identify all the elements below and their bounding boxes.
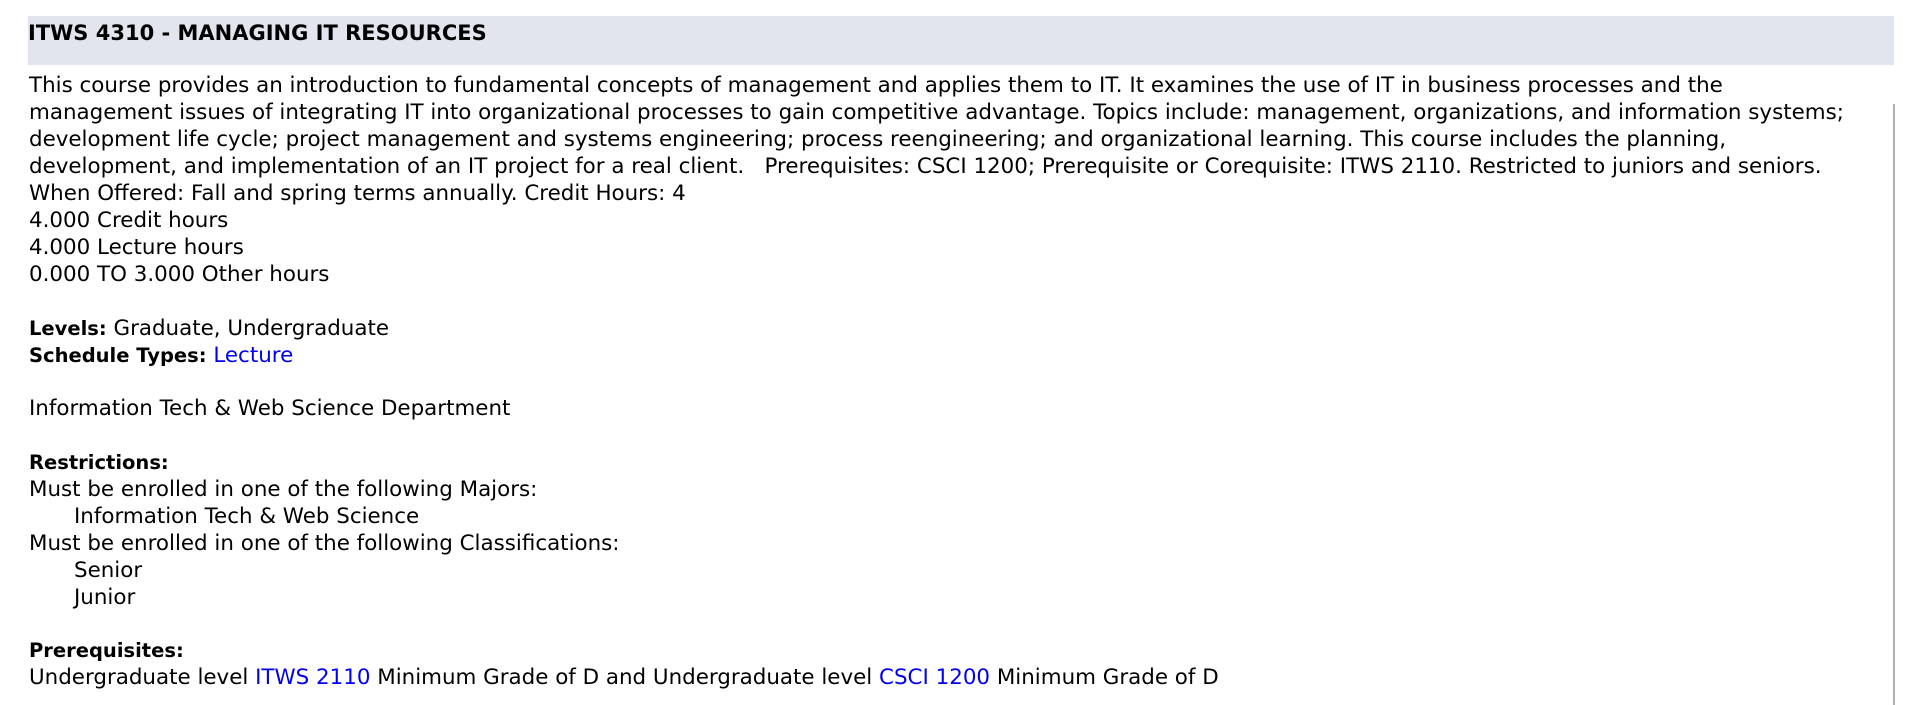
- course-detail-content: This course provides an introduction to …: [29, 72, 1889, 691]
- levels-row: Levels: Graduate, Undergraduate: [29, 315, 1889, 342]
- description-line: development life cycle; project manageme…: [29, 127, 1727, 152]
- restrictions-label: Restrictions:: [29, 450, 169, 474]
- classifications-intro: Must be enrolled in one of the following…: [29, 530, 620, 556]
- prereq-text: Undergraduate level: [29, 665, 256, 690]
- lecture-hours: 4.000 Lecture hours: [29, 235, 244, 260]
- course-title-bar: ITWS 4310 - MANAGING IT RESOURCES: [28, 16, 1894, 65]
- course-title: ITWS 4310 - MANAGING IT RESOURCES: [28, 21, 487, 45]
- classification-item: Junior: [74, 584, 136, 610]
- classification-item: Senior: [74, 557, 143, 583]
- department: Information Tech & Web Science Departmen…: [29, 396, 511, 421]
- prerequisites-label: Prerequisites:: [29, 639, 184, 662]
- description-line: When Offered: Fall and spring terms annu…: [29, 181, 686, 206]
- credit-hours: 4.000 Credit hours: [29, 208, 229, 233]
- levels-value: Graduate, Undergraduate: [106, 315, 389, 341]
- prereq-itws-2110-link[interactable]: ITWS 2110: [255, 665, 370, 690]
- right-border-rule: [1893, 104, 1895, 705]
- prereq-text: Minimum Grade of D and Undergraduate lev…: [370, 665, 880, 690]
- other-hours: 0.000 TO 3.000 Other hours: [29, 262, 330, 287]
- schedule-types-label: Schedule Types:: [29, 343, 207, 367]
- schedule-type-lecture-link[interactable]: Lecture: [213, 343, 293, 368]
- schedule-types-row: Schedule Types: Lecture: [29, 342, 1889, 369]
- prerequisites-row: Prerequisites:: [29, 637, 1889, 664]
- description-line: development, and implementation of an IT…: [29, 154, 1822, 179]
- prereq-csci-1200-link[interactable]: CSCI 1200: [879, 665, 990, 690]
- major-item: Information Tech & Web Science: [74, 503, 420, 529]
- majors-intro: Must be enrolled in one of the following…: [29, 476, 538, 502]
- levels-label: Levels:: [29, 316, 107, 340]
- prerequisites-detail: Undergraduate level ITWS 2110 Minimum Gr…: [29, 664, 1889, 691]
- description-line: This course provides an introduction to …: [29, 73, 1723, 98]
- restrictions-row: Restrictions:: [29, 449, 1889, 476]
- description-line: management issues of integrating IT into…: [29, 100, 1844, 125]
- prereq-text: Minimum Grade of D: [990, 665, 1219, 690]
